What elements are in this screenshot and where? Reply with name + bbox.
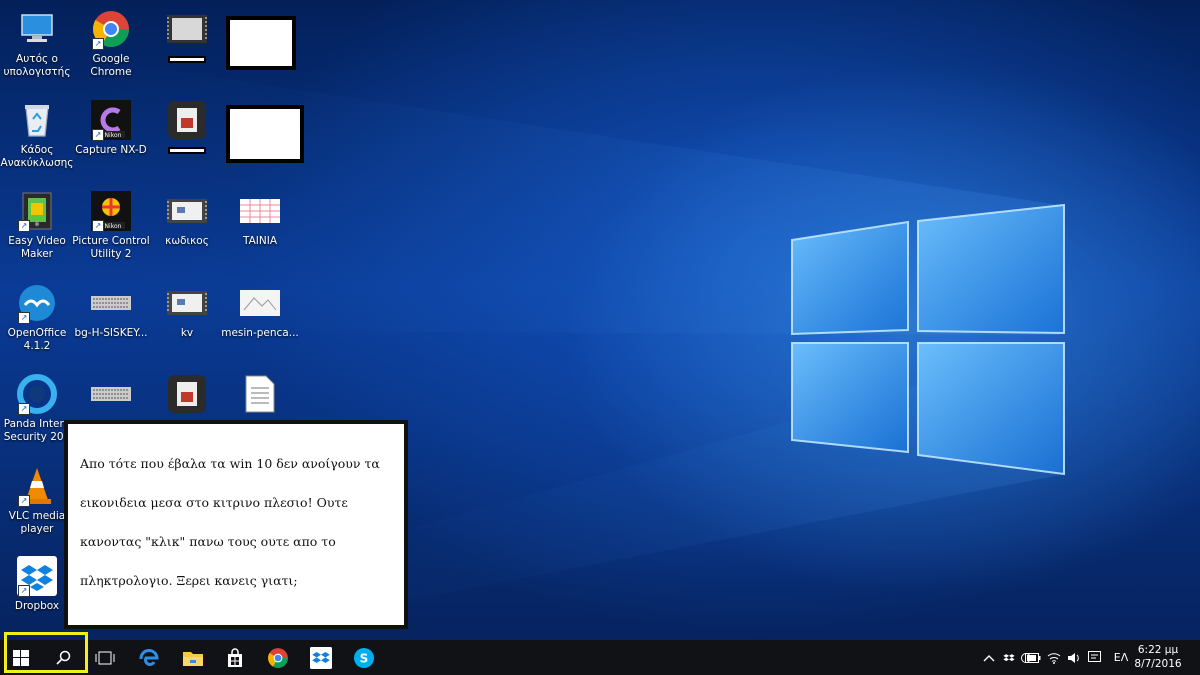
redacted-label bbox=[168, 147, 206, 154]
traffic-cone-icon: ↗ bbox=[16, 465, 58, 507]
callout-text: Απο τότε που έβαλα τα win 10 δεν ανοίγου… bbox=[80, 456, 380, 588]
desktop-icon-label: Easy Video Maker bbox=[8, 235, 66, 260]
picture-control-utility-icon[interactable]: Nikon ↗ Picture Control Utility 2 bbox=[72, 190, 150, 261]
chrome-icon bbox=[268, 647, 288, 668]
bg-h-siskey-icon[interactable]: bg-H-SISKEY... bbox=[72, 282, 150, 340]
this-pc-icon[interactable]: Αυτός ο υπολογιστής bbox=[0, 8, 76, 79]
tray-dropbox-button[interactable] bbox=[1000, 640, 1018, 675]
network-button[interactable] bbox=[1044, 640, 1064, 675]
redacted-label bbox=[168, 56, 206, 63]
dropbox-box-icon: ↗ bbox=[16, 555, 58, 597]
media-file-2-icon[interactable] bbox=[148, 373, 226, 418]
taskbar-dropbox-button[interactable] bbox=[300, 640, 342, 675]
battery-button[interactable] bbox=[1022, 640, 1044, 675]
wifi-icon bbox=[1047, 652, 1061, 664]
image-file-icon bbox=[90, 282, 132, 324]
nikon-capture-icon: Nikon ↗ bbox=[90, 99, 132, 141]
media-player-icon bbox=[166, 99, 208, 141]
google-chrome-icon[interactable]: ↗ Google Chrome bbox=[72, 8, 150, 79]
desktop-icon-label: κωδικος bbox=[165, 235, 209, 247]
folder-icon bbox=[183, 651, 203, 666]
desktop-icon-label: OpenOffice 4.1.2 bbox=[7, 327, 67, 352]
desktop-icon-label: kv bbox=[180, 327, 194, 339]
battery-icon bbox=[1025, 652, 1041, 663]
openoffice-gulls-icon: ↗ bbox=[16, 282, 58, 324]
system-clock[interactable]: 6:22 μμ 8/7/2016 bbox=[1128, 643, 1188, 671]
desktop-icon-label: Αυτός ο υπολογιστής bbox=[3, 53, 71, 78]
tainia-icon[interactable]: TAINIA bbox=[221, 190, 299, 248]
edge-icon bbox=[139, 648, 159, 666]
kodikos-icon[interactable]: κωδικος bbox=[148, 190, 226, 248]
document-icon bbox=[239, 373, 281, 415]
svg-text:S: S bbox=[360, 651, 369, 665]
video-file-1-icon[interactable] bbox=[148, 8, 226, 53]
image-file-icon bbox=[90, 373, 132, 415]
capture-nx-d-icon[interactable]: Nikon ↗ Capture NX-D bbox=[72, 99, 150, 157]
desktop-icon-label: bg-H-SISKEY... bbox=[74, 327, 148, 339]
video-maker-icon: ↗ bbox=[16, 190, 58, 232]
taskbar-skype-button[interactable]: S bbox=[343, 640, 385, 675]
speaker-icon bbox=[1068, 652, 1079, 663]
desktop-icon-label: mesin-penca... bbox=[221, 327, 299, 339]
store-icon bbox=[228, 647, 242, 667]
dropbox-icon bbox=[310, 646, 332, 669]
chrome-logo-icon: ↗ bbox=[90, 8, 132, 50]
video-file-icon bbox=[166, 8, 208, 50]
document-file-icon[interactable] bbox=[221, 373, 299, 418]
openoffice-icon[interactable]: ↗ OpenOffice 4.1.2 bbox=[0, 282, 76, 353]
desktop-icon-label: Capture NX-D bbox=[75, 144, 147, 156]
desktop-icon-label: Picture Control Utility 2 bbox=[72, 235, 150, 260]
taskbar-file-explorer-button[interactable] bbox=[172, 640, 214, 675]
video-file-icon bbox=[166, 282, 208, 324]
easy-video-maker-icon[interactable]: ↗ Easy Video Maker bbox=[0, 190, 76, 261]
mesin-penca-icon[interactable]: mesin-penca... bbox=[221, 282, 299, 340]
computer-icon bbox=[16, 8, 58, 50]
task-view-icon bbox=[95, 651, 115, 664]
panda-ring-icon: ↗ bbox=[16, 373, 58, 415]
redacted-icon-2 bbox=[226, 105, 304, 163]
question-callout: Απο τότε που έβαλα τα win 10 δεν ανοίγου… bbox=[64, 420, 408, 629]
taskbar-chrome-button[interactable] bbox=[257, 640, 299, 675]
action-center-button[interactable] bbox=[1084, 640, 1104, 675]
clock-date: 8/7/2016 bbox=[1134, 658, 1182, 670]
media-file-1-icon[interactable] bbox=[148, 99, 226, 144]
recycle-bin-graphic-icon bbox=[16, 99, 58, 141]
image-file-icon bbox=[239, 282, 281, 324]
nikon-picture-control-icon: Nikon ↗ bbox=[90, 190, 132, 232]
desktop-icon-label: TAINIA bbox=[242, 235, 277, 247]
recycle-bin-icon[interactable]: Κάδος Ανακύκλωσης bbox=[0, 99, 76, 170]
skype-icon: S bbox=[354, 647, 374, 668]
clock-time: 6:22 μμ bbox=[1137, 644, 1179, 656]
svg-text:Nikon: Nikon bbox=[105, 223, 122, 230]
taskbar: S ΕΛ 6:22 μμ 8/7/2016 bbox=[0, 640, 1200, 675]
unnamed-image-icon[interactable] bbox=[72, 373, 150, 418]
redacted-icon-1 bbox=[226, 16, 296, 70]
notification-icon bbox=[1087, 651, 1101, 662]
taskbar-edge-button[interactable] bbox=[128, 640, 170, 675]
desktop-icon-label: Google Chrome bbox=[90, 53, 132, 78]
svg-text:Nikon: Nikon bbox=[105, 132, 122, 139]
yellow-highlight-frame bbox=[4, 632, 88, 673]
video-file-icon bbox=[166, 190, 208, 232]
kv-icon[interactable]: kv bbox=[148, 282, 226, 340]
media-player-icon bbox=[166, 373, 208, 415]
dropbox-tray-icon bbox=[1003, 653, 1015, 661]
desktop-icon-label: Κάδος Ανακύκλωσης bbox=[0, 144, 74, 169]
chevron-up-icon bbox=[983, 654, 995, 661]
volume-button[interactable] bbox=[1064, 640, 1084, 675]
taskbar-store-button[interactable] bbox=[214, 640, 256, 675]
spreadsheet-file-icon bbox=[239, 190, 281, 232]
show-hidden-icons-button[interactable] bbox=[980, 640, 998, 675]
task-view-button[interactable] bbox=[84, 640, 126, 675]
